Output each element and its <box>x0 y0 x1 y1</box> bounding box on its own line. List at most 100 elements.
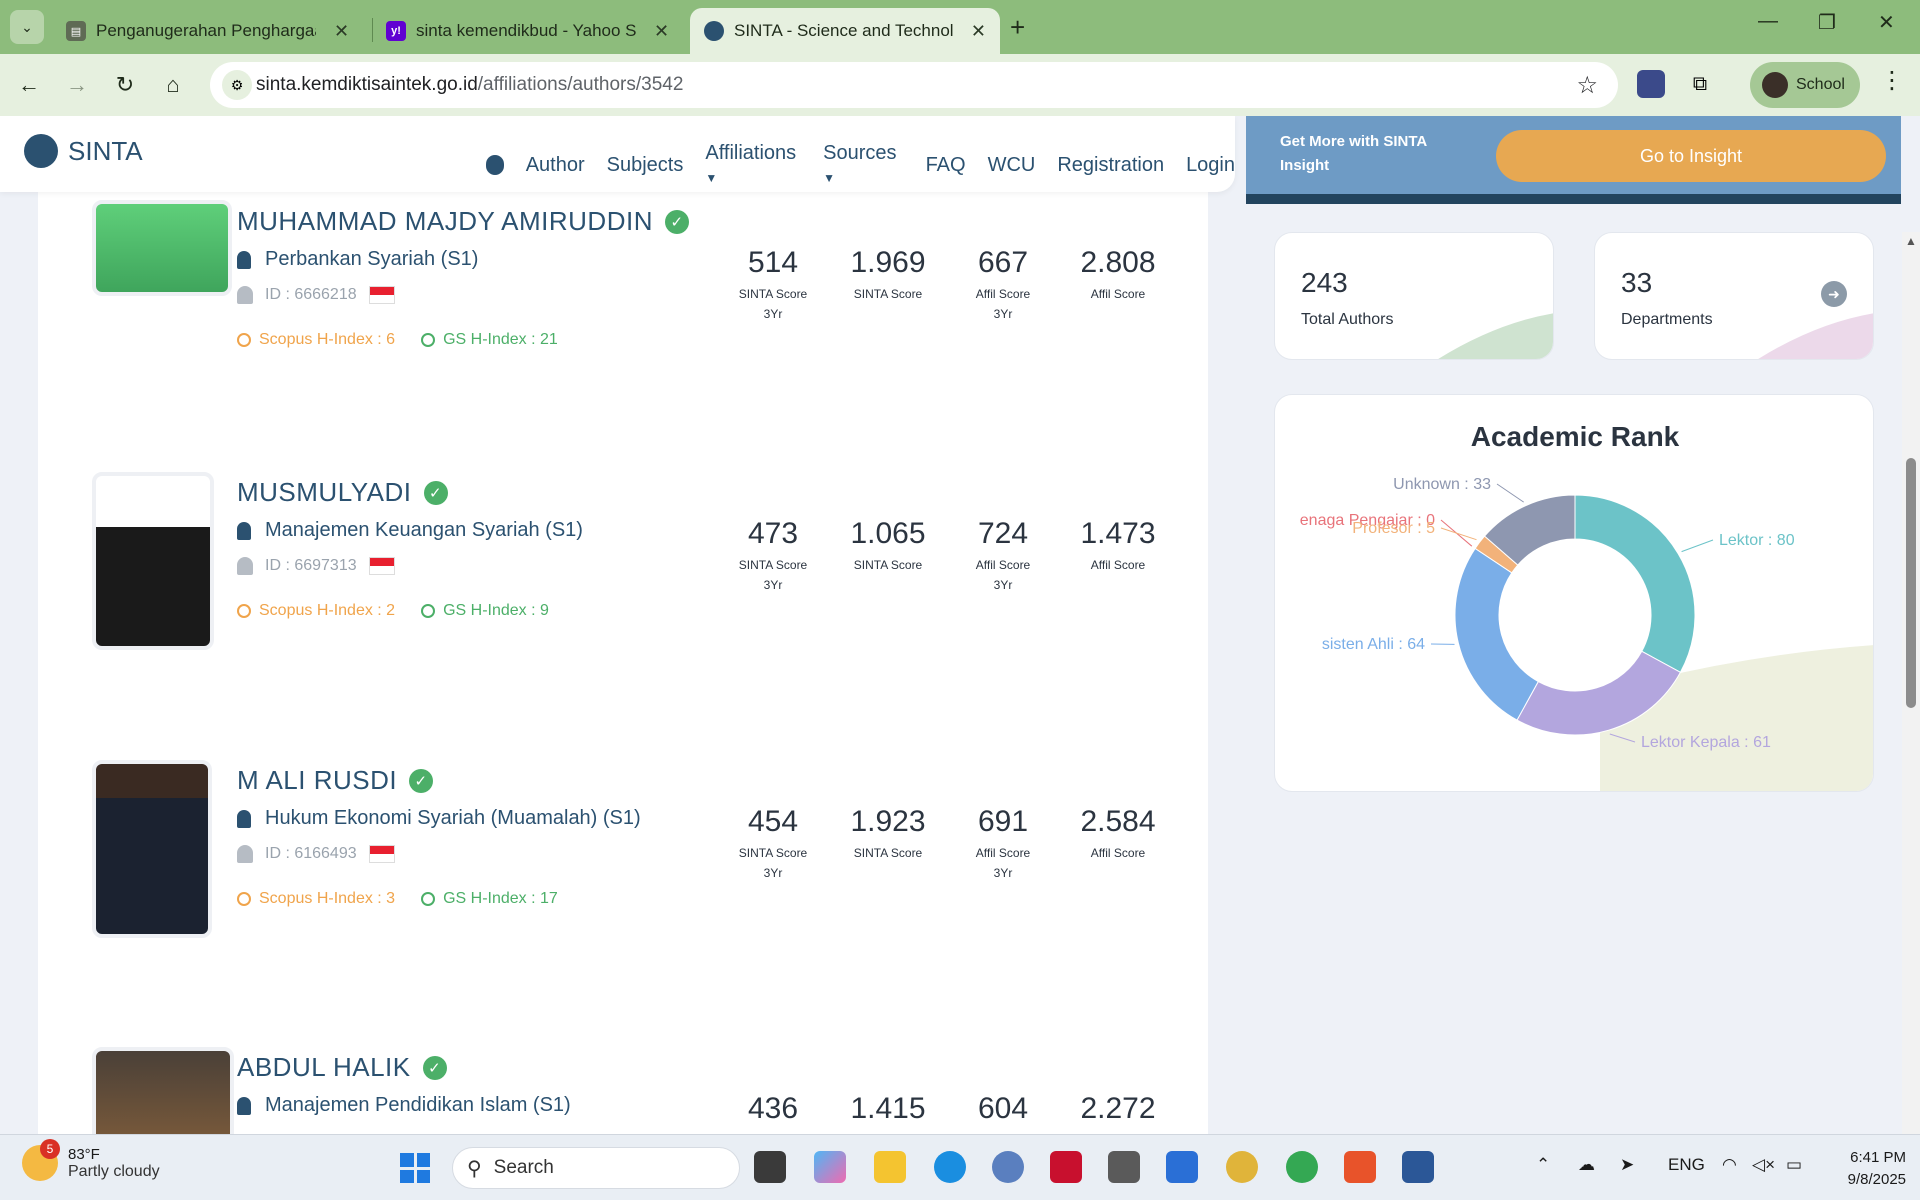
tab-yahoo[interactable]: y! sinta kemendikbud - Yahoo Sea ✕ <box>372 8 683 54</box>
scroll-up-icon[interactable]: ▲ <box>1905 234 1917 248</box>
nav-affiliations-label: Affiliations <box>705 142 797 164</box>
close-icon[interactable]: ✕ <box>334 21 349 42</box>
wifi-icon[interactable]: ◠ <box>1722 1155 1737 1175</box>
page-scrollbar[interactable]: ▲ ▼ <box>1902 232 1920 1134</box>
tab-search-button[interactable]: ⌄ <box>10 10 44 44</box>
nav-subjects[interactable]: Subjects <box>607 154 684 177</box>
yahoo-icon: y! <box>386 21 406 41</box>
word-icon[interactable] <box>1402 1151 1434 1183</box>
scopus-icon <box>237 892 251 906</box>
nav-faq[interactable]: FAQ <box>926 154 966 177</box>
site-logo[interactable]: SINTA <box>24 134 143 168</box>
nav-sources[interactable]: Sources ▼ <box>823 142 903 188</box>
close-window-icon[interactable]: ✕ <box>1878 10 1895 35</box>
score-value: 454 <box>747 805 799 838</box>
donut-slice-lektor-kepala[interactable] <box>1516 650 1682 736</box>
nav-registration[interactable]: Registration <box>1057 154 1164 177</box>
home-icon[interactable]: ⌂ <box>156 68 190 102</box>
tab-title: sinta kemendikbud - Yahoo Sea <box>416 21 636 40</box>
score-label: Affil Score 3Yr <box>943 284 1063 324</box>
url-text: sinta.kemdiktisaintek.go.id/affiliations… <box>256 74 683 96</box>
language-indicator[interactable]: ENG <box>1668 1155 1705 1175</box>
score-value: 2.272 <box>1080 1092 1156 1125</box>
clock[interactable]: 6:41 PM 9/8/2025 <box>1820 1147 1906 1191</box>
academic-rank-card: Academic Rank Lektor : 80 Lektor Kepala :… <box>1274 394 1874 792</box>
task-view-icon[interactable] <box>754 1151 786 1183</box>
author-department[interactable]: Perbankan Syariah (S1) <box>237 248 478 271</box>
author-photo[interactable] <box>92 472 214 650</box>
extension-icon[interactable] <box>1637 70 1665 98</box>
keyboard-icon[interactable] <box>1108 1151 1140 1183</box>
file-explorer-icon[interactable] <box>874 1151 906 1183</box>
scrollbar-thumb[interactable] <box>1906 458 1916 708</box>
author-department[interactable]: Hukum Ekonomi Syariah (Muamalah) (S1) <box>237 807 641 830</box>
affil-score: 2.808 Affil Score <box>1058 246 1178 304</box>
url-path: /affiliations/authors/3542 <box>477 74 684 95</box>
chrome-profile-icon[interactable] <box>1286 1151 1318 1183</box>
department-text: Manajemen Keuangan Syariah (S1) <box>265 519 583 541</box>
mcafee-icon[interactable] <box>1050 1151 1082 1183</box>
score-label: SINTA Score <box>853 558 923 572</box>
tray-overflow-icon[interactable]: ⌃ <box>1536 1155 1550 1175</box>
browser-menu-icon[interactable]: ⋮ <box>1880 66 1904 95</box>
nav-login[interactable]: Login <box>1186 154 1235 177</box>
battery-icon[interactable]: ▭ <box>1786 1155 1802 1175</box>
score-value: 724 <box>977 517 1029 550</box>
reload-icon[interactable]: ↻ <box>108 68 142 102</box>
store-icon[interactable] <box>1166 1151 1198 1183</box>
search-placeholder: Search <box>493 1157 554 1178</box>
affil-score: 2.272 <box>1058 1092 1178 1126</box>
author-photo[interactable] <box>92 200 232 296</box>
back-icon[interactable]: ← <box>12 68 46 102</box>
restore-icon[interactable]: ❐ <box>1818 10 1836 35</box>
windows-start-icon[interactable] <box>400 1153 430 1183</box>
author-name[interactable]: ABDUL HALIK ✓ <box>237 1052 447 1083</box>
home-nav-icon[interactable] <box>486 155 504 175</box>
author-id: ID : 6666218 <box>237 286 395 304</box>
chrome-icon[interactable] <box>1226 1151 1258 1183</box>
leader-line <box>1440 527 1477 541</box>
close-icon[interactable]: ✕ <box>654 21 669 42</box>
tab-sinta[interactable]: SINTA - Science and Technolog ✕ <box>690 8 1000 54</box>
donut-slice-asisten-ahli[interactable] <box>1454 547 1539 721</box>
profile-button[interactable]: School <box>1750 62 1860 108</box>
nav-author[interactable]: Author <box>526 154 585 177</box>
tab-title: Penganugerahan Penghargaan <box>96 21 316 40</box>
author-name[interactable]: MUHAMMAD MAJDY AMIRUDDIN ✓ <box>237 206 689 237</box>
nav-affiliations[interactable]: Affiliations ▼ <box>705 142 801 188</box>
donut-slice-lektor[interactable] <box>1574 494 1696 673</box>
copilot-icon[interactable] <box>814 1151 846 1183</box>
speaker-muted-icon[interactable]: ◁× <box>1752 1155 1775 1175</box>
onedrive-icon[interactable]: ☁ <box>1578 1155 1595 1175</box>
author-name-text: M ALI RUSDI <box>237 765 398 795</box>
tab-penganugerahan[interactable]: ▤ Penganugerahan Penghargaan ✕ <box>52 8 363 54</box>
bookmark-star-icon[interactable]: ☆ <box>1576 71 1598 100</box>
location-icon[interactable]: ➤ <box>1620 1155 1634 1175</box>
author-department[interactable]: Manajemen Pendidikan Islam (S1) <box>237 1094 571 1117</box>
go-to-insight-button[interactable]: Go to Insight <box>1496 130 1886 182</box>
nav-wcu[interactable]: WCU <box>988 154 1036 177</box>
arrow-right-icon[interactable]: ➜ <box>1821 281 1847 307</box>
address-bar[interactable]: ⚙ sinta.kemdiktisaintek.go.id/affiliatio… <box>210 62 1618 108</box>
edge-icon[interactable] <box>934 1151 966 1183</box>
taskbar-search[interactable]: ⚲ Search <box>452 1147 740 1189</box>
weather-widget[interactable]: 5 83°F Partly cloudy <box>22 1139 160 1181</box>
author-name[interactable]: M ALI RUSDI ✓ <box>237 765 434 796</box>
site-info-icon[interactable]: ⚙ <box>222 70 252 100</box>
author-photo[interactable] <box>92 760 212 938</box>
close-icon[interactable]: ✕ <box>971 21 986 42</box>
gs-text: GS H-Index : 9 <box>443 602 549 619</box>
author-photo[interactable] <box>92 1047 234 1134</box>
scopus-icon <box>237 604 251 618</box>
reader-icon[interactable] <box>1344 1151 1376 1183</box>
forward-icon[interactable]: → <box>60 68 94 102</box>
minimize-icon[interactable]: — <box>1758 10 1778 33</box>
extensions-puzzle-icon[interactable]: ⧉ <box>1686 70 1714 98</box>
academic-rank-donut-chart: Lektor : 80 Lektor Kepala : 61 sisten Ahli… <box>1300 476 1795 751</box>
author-department[interactable]: Manajemen Keuangan Syariah (S1) <box>237 519 583 542</box>
gs-icon <box>421 604 436 618</box>
score-value: 667 <box>977 246 1029 279</box>
new-tab-icon[interactable]: + <box>1010 12 1025 43</box>
author-name[interactable]: MUSMULYADI ✓ <box>237 477 448 508</box>
calculator-icon[interactable] <box>992 1151 1024 1183</box>
